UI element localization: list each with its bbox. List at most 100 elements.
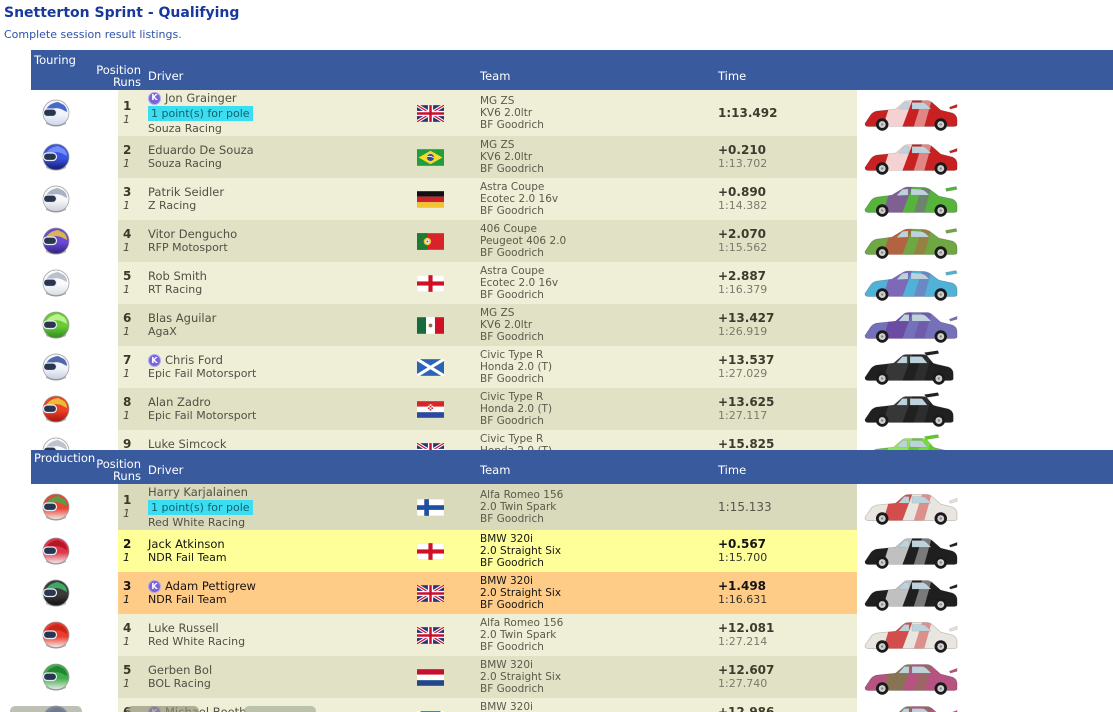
car-spec-line: BF Goodrich [480,599,544,611]
page-title: Snetterton Sprint - Qualifying [4,5,240,21]
result-row: 8 1 Alan Zadro Epic Fail Motorsport Civi… [31,388,1113,430]
row-main-cell: 2 1 Jack Atkinson NDR Fail Team BMW 320i… [118,530,857,572]
driver-cell: Blas Aguilar AgaX [148,312,400,339]
helmet-icon [40,183,72,215]
result-row: 2 1 Eduardo De Souza Souza Racing MG ZS K… [31,136,1113,178]
car-spec-cell: Alfa Romeo 156 2.0 Twin Spark BF Goodrich [460,489,700,525]
car-spec-line: Civic Type R [480,433,544,445]
car-spec-line: Alfa Romeo 156 [480,617,564,629]
row-main-cell: 7 1 K Chris Ford Epic Fail Motorsport Ci… [118,346,857,388]
driver-team-name: Z Racing [148,199,197,212]
driver-cell: Gerben Bol BOL Racing [148,664,400,691]
car-image [863,614,959,656]
car-spec-line: BF Goodrich [480,513,544,525]
position-runs-cell: 1 1 [118,99,148,127]
helmet-icon [40,577,72,609]
car-spec-cell: MG ZS KV6 2.0ltr BF Goodrich [460,139,700,175]
car-cell [857,90,1113,136]
helmet-cell [31,220,118,262]
position-value: 6 [123,311,132,325]
time-cell: +0.210 1:13.702 [700,143,857,171]
driver-cell: Luke Russell Red White Racing [148,622,400,649]
driver-team-name: Epic Fail Motorsport [148,409,257,422]
car-spec-cell: Civic Type RHonda 2.0 (T)BF Goodrich [460,391,700,427]
row-main-cell: 5 1 Rob Smith RT Racing Astra Coupe Ecote… [118,262,857,304]
helmet-cell [31,530,118,572]
car-spec-line: BF Goodrich [480,247,544,259]
results-table-production: Production Position Runs Driver Team Tim… [31,450,1113,712]
car-spec-line: Astra Coupe [480,181,545,193]
time-cell: +12.607 1:27.740 [700,663,857,691]
result-row: 6 1 Blas Aguilar AgaX MG ZS KV6 2.0ltr BF … [31,304,1113,346]
next-section-cutoff [10,706,316,712]
helmet-cell [31,656,118,698]
time-cell: +2.070 1:15.562 [700,227,857,255]
driver-team-name: AgaX [148,325,177,338]
table-body: 1 1 Harry Karjalainen 1 point(s) for pol… [31,484,1113,712]
driver-team-name: NDR Fail Team [148,551,227,564]
car-spec-line: Ecotec 2.0 16v [480,277,559,289]
position-runs-cell: 5 1 [118,270,148,297]
driver-name-line: Blas Aguilar [148,312,400,325]
driver-name: Eduardo De Souza [148,143,254,157]
helmet-icon [40,535,72,567]
flag-icon-pt [416,232,444,250]
helmet-cell [31,304,118,346]
car-image [863,92,959,134]
driver-cell: K Adam Pettigrew NDR Fail Team [148,580,400,606]
helmet-icon [40,393,72,425]
driver-name: Rob Smith [148,269,207,283]
column-header-team: Team [480,463,511,477]
row-main-cell: 6 1 Blas Aguilar AgaX MG ZS KV6 2.0ltr BF … [118,304,857,346]
lap-time-value: 1:27.740 [718,677,768,690]
car-spec-line: BF Goodrich [480,641,544,653]
time-value: 1:15.133 [718,500,772,514]
car-cell [857,262,1113,304]
car-cell [857,698,1113,712]
helmet-cell [31,178,118,220]
position-value: 1 [123,99,132,113]
car-cell [857,656,1113,698]
flag-icon-br [416,148,444,166]
table-header: Production Position Runs Driver Team Tim… [31,450,1113,484]
column-header-team: Team [480,69,511,83]
car-spec-cell: MG ZS KV6 2.0ltr BF Goodrich [460,307,700,343]
flag-cell [400,358,460,376]
helmet-cell [31,614,118,656]
time-cell: +2.887 1:16.379 [700,269,857,297]
car-spec-line: Alfa Romeo 156 [480,489,564,501]
time-cell: +0.567 1:15.700 [700,537,857,565]
flag-cell [400,626,460,644]
car-image [863,346,959,388]
position-value: 8 [123,395,132,409]
helmet-cell [31,262,118,304]
position-runs-cell: 2 1 [118,144,148,171]
runs-value: 1 [123,367,130,380]
driver-name-line: Jack Atkinson [148,538,400,551]
result-row: 5 1 Gerben Bol BOL Racing BMW 320i 2.0 St… [31,656,1113,698]
driver-cell: Harry Karjalainen 1 point(s) for pole Re… [148,485,400,529]
time-cell: 1:13.492 [700,106,857,120]
row-main-cell: 3 1 K Adam Pettigrew NDR Fail Team BMW 3… [118,572,857,614]
car-spec-line: 2.0 Straight Six [480,587,562,599]
flag-icon-fi [416,498,444,516]
driver-cell: Patrik Seidler Z Racing [148,185,400,213]
lap-time-value: 1:16.631 [718,593,768,606]
flag-icon-gb [416,104,444,122]
car-spec-line: Honda 2.0 (T) [480,403,553,415]
position-value: 7 [123,353,132,367]
flag-icon-hr [416,400,444,418]
car-spec-line: Civic Type R [480,391,544,403]
time-value: +13.427 [718,311,775,325]
driver-team-name: NDR Fail Team [148,593,227,606]
result-row: 3 1 K Adam Pettigrew NDR Fail Team BMW 3… [31,572,1113,614]
car-image [863,656,959,698]
position-runs-cell: 1 1 [118,494,148,521]
flag-cell [400,148,460,166]
car-spec-cell: BMW 320i2.0 Straight SixBF Goodrich [460,533,700,569]
runs-value: 1 [123,157,130,170]
car-image [863,530,959,572]
driver-name: Patrik Seidler [148,185,225,199]
flag-cell [400,668,460,686]
lap-time-value: 1:27.117 [718,409,768,422]
